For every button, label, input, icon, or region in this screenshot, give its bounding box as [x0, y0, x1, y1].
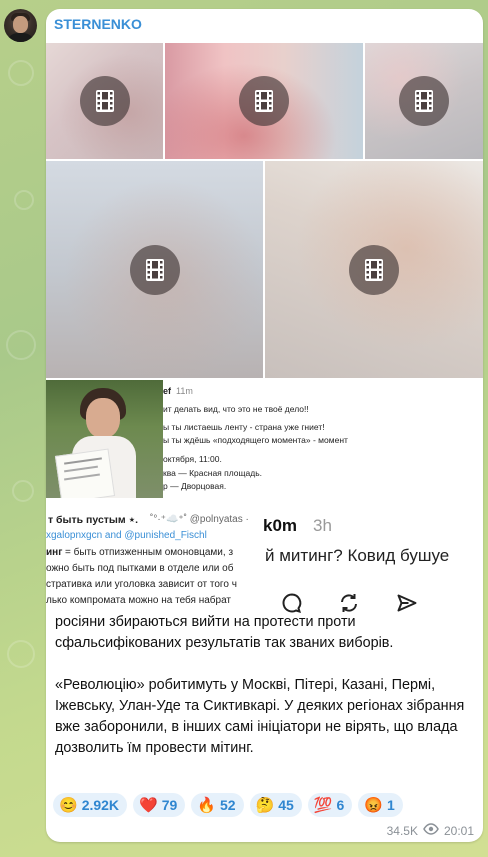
tweet-time: 11m: [176, 386, 193, 396]
video-thumbnail[interactable]: [46, 161, 263, 378]
message-time: 20:01: [443, 823, 474, 838]
video-thumbnail[interactable]: [265, 161, 483, 378]
eye-icon: [423, 823, 439, 838]
video-thumbnail[interactable]: [365, 43, 483, 159]
film-icon: [129, 244, 180, 295]
post-line: = быть отпизженным омоновцами, з: [65, 547, 234, 558]
thinking-face-icon: 🤔: [255, 796, 275, 814]
person-photo: [46, 380, 163, 498]
post-handle: ˚°·⁺☁️⁺˚ @polnyatas ·: [150, 514, 249, 525]
message-paragraph: «Революцію» робитимуть у Москві, Пітері,…: [55, 677, 465, 756]
tweet-line: р — Дворцовая.: [163, 481, 227, 491]
film-icon: [239, 76, 289, 126]
message-bubble: STERNENKO ef 11m ит делать вид, что это …: [46, 9, 483, 842]
hundred-points-icon: 💯: [313, 796, 333, 814]
fire-icon: 🔥: [197, 796, 216, 814]
message-meta: 34.5K 20:01: [387, 823, 474, 838]
screenshot-collage-image[interactable]: ef 11m ит делать вид, что это не твоё де…: [46, 380, 483, 625]
reaction-count: 2.92K: [81, 797, 120, 813]
video-thumbnail[interactable]: [165, 43, 363, 159]
film-icon: [79, 76, 130, 126]
wallpaper-doodle: [14, 190, 34, 210]
reaction-count: 45: [278, 797, 294, 813]
video-thumbnail[interactable]: [46, 43, 163, 159]
reaction-count: 6: [336, 797, 345, 813]
reaction-count: 79: [161, 797, 178, 813]
message-paragraph: росіяни збираються вийти на протести про…: [55, 614, 394, 651]
reactions-bar: 😊 2.92K ❤️ 79 🔥 52 🤔 45 💯 6 😡 1: [53, 793, 403, 817]
reaction-fire[interactable]: 🔥 52: [191, 793, 244, 817]
reaction-thinking[interactable]: 🤔 45: [249, 793, 302, 817]
reaction-angry[interactable]: 😡 1: [358, 793, 403, 817]
reaction-hundred[interactable]: 💯 6: [307, 793, 353, 817]
reaction-count: 52: [220, 797, 236, 813]
reaction-smile[interactable]: 😊 2.92K: [53, 793, 128, 817]
reaction-heart[interactable]: ❤️ 79: [133, 793, 186, 817]
wallpaper-doodle: [12, 480, 34, 502]
tweet-screenshot: ef 11m ит делать вид, что это не твоё де…: [163, 380, 483, 498]
post-text: й митинг? Ковид бушуе: [265, 546, 450, 565]
post-screenshot: k0m 3h й митинг? Ковид бушуе: [263, 498, 483, 625]
post-links: xgalopnxgcn and @punished_Fischl: [46, 530, 207, 541]
angry-face-icon: 😡: [364, 796, 384, 814]
post-bold: инг: [46, 547, 63, 558]
wallpaper-doodle: [8, 60, 34, 86]
tweet-line: ы ты ждёшь «подходящего момента» - момен…: [163, 435, 348, 445]
wallpaper-doodle: [6, 330, 36, 360]
smile-icon: 😊: [59, 796, 78, 814]
film-icon: [349, 244, 399, 295]
post-time: 3h: [313, 516, 332, 535]
post-title: т быть пустым ⋆.: [48, 514, 139, 526]
post-screenshot: т быть пустым ⋆. ˚°·⁺☁️⁺˚ @polnyatas · x…: [46, 498, 263, 625]
message-text: росіяни збираються вийти на протести про…: [55, 612, 475, 780]
reaction-count: 1: [387, 797, 395, 813]
film-icon: [399, 76, 449, 126]
post-user: k0m: [263, 516, 298, 535]
tweet-name: ef: [163, 386, 172, 396]
tweet-line: октября, 11:00.: [163, 454, 222, 464]
views-count: 34.5K: [386, 823, 418, 838]
channel-avatar[interactable]: [4, 9, 37, 42]
tweet-line: ква — Красная площадь.: [163, 468, 262, 478]
wallpaper-doodle: [7, 640, 35, 668]
post-line: лько компромата можно на тебя набрат: [46, 595, 232, 606]
tweet-line: ы ты листаешь ленту - страна уже гниет!: [163, 422, 325, 432]
heart-icon: ❤️: [139, 796, 158, 814]
post-line: стративка или уголовка зависит от того ч: [46, 579, 237, 590]
post-line: ожно быть под пытками в отделе или об: [46, 563, 234, 574]
channel-name[interactable]: STERNENKO: [54, 16, 142, 32]
tweet-line: ит делать вид, что это не твоё дело!!: [163, 404, 309, 414]
